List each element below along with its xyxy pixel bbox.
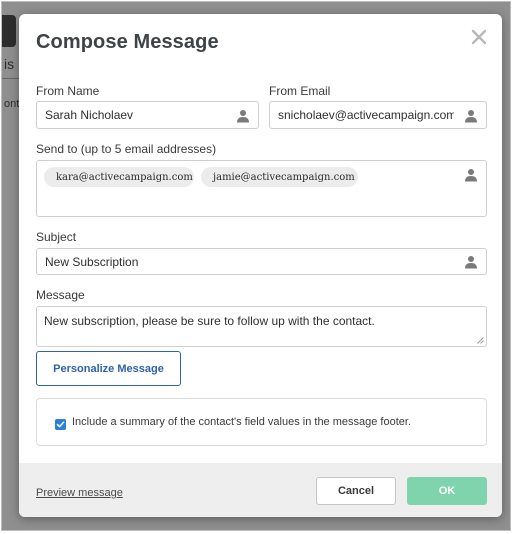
message-textarea[interactable]: New subscription, please be sure to foll…: [44, 314, 475, 342]
person-icon[interactable]: [464, 109, 478, 123]
summary-option-box: Include a summary of the contact's field…: [36, 398, 487, 446]
recipient-chip: kara@activecampaign.com: [44, 167, 194, 187]
from-email-label: From Email: [269, 84, 331, 98]
ok-button[interactable]: OK: [407, 477, 487, 505]
modal-title: Compose Message: [36, 31, 219, 53]
preview-message-link[interactable]: Preview message: [36, 487, 123, 499]
close-icon[interactable]: [470, 28, 488, 46]
background-text-top: is: [4, 56, 15, 72]
personalize-message-button[interactable]: Personalize Message: [36, 351, 181, 386]
summary-checkbox-label: Include a summary of the contact's field…: [72, 416, 412, 428]
modal-footer: Preview message Cancel OK: [19, 463, 502, 517]
screenshot-frame: is ont Compose Message From Name From Em…: [1, 1, 511, 531]
from-name-input[interactable]: [45, 102, 226, 128]
background-dark-button: [2, 15, 16, 47]
background-text-bottom: ont: [4, 98, 20, 110]
subject-label: Subject: [36, 230, 77, 244]
recipient-chip: jamie@activecampaign.com: [201, 167, 358, 187]
person-icon[interactable]: [236, 109, 250, 123]
compose-message-modal: Compose Message From Name From Email Sen…: [19, 14, 502, 517]
message-label: Message: [36, 288, 85, 302]
person-icon[interactable]: [464, 168, 478, 182]
from-email-field[interactable]: [269, 101, 487, 129]
message-field[interactable]: New subscription, please be sure to foll…: [36, 306, 487, 347]
recipient-email: jamie@activecampaign.com: [213, 171, 355, 183]
subject-input[interactable]: [45, 249, 454, 274]
send-to-field[interactable]: kara@activecampaign.com jamie@activecamp…: [36, 160, 487, 217]
from-email-input[interactable]: [278, 102, 454, 128]
background-divider: [2, 78, 20, 79]
send-to-label: Send to (up to 5 email addresses): [36, 142, 217, 156]
from-name-field[interactable]: [36, 101, 259, 129]
resize-grip-icon[interactable]: [477, 337, 484, 344]
recipient-email: kara@activecampaign.com: [56, 171, 193, 183]
cancel-button[interactable]: Cancel: [316, 477, 396, 505]
from-name-label: From Name: [36, 84, 100, 98]
person-icon[interactable]: [464, 255, 478, 269]
subject-field[interactable]: [36, 248, 487, 275]
summary-checkbox[interactable]: [55, 419, 66, 430]
